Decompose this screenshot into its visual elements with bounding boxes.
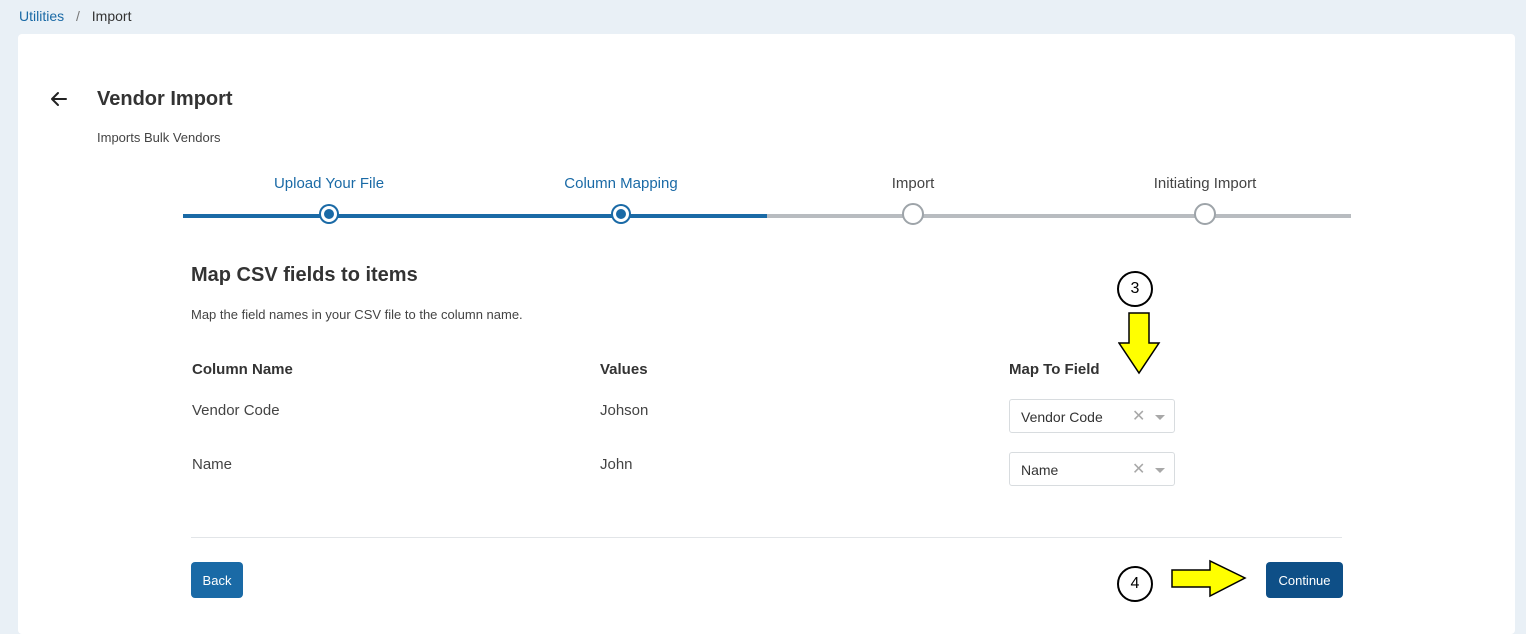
row-2-column-name: Name — [192, 456, 233, 473]
row-2-map-field-select[interactable]: Name ✕ — [1009, 452, 1175, 486]
stepper-progress-complete — [183, 214, 767, 218]
breadcrumb-current: Import — [91, 8, 132, 24]
chevron-down-icon[interactable] — [1155, 415, 1165, 420]
step-dot-column-mapping — [613, 206, 629, 222]
row-1-column-name: Vendor Code — [192, 402, 280, 419]
step-label-column-mapping[interactable]: Column Mapping — [564, 175, 677, 192]
footer-divider — [191, 537, 1342, 538]
row-1-selected-field: Vendor Code — [1021, 409, 1103, 425]
back-arrow-icon[interactable] — [50, 90, 68, 108]
step-dot-import — [902, 203, 924, 225]
row-2-value: John — [600, 456, 633, 473]
header-column-name: Column Name — [192, 361, 293, 378]
annotation-arrow-down-icon — [1118, 312, 1161, 375]
stepper-progress-pending — [767, 214, 1351, 218]
row-2-selected-field: Name — [1021, 462, 1059, 478]
back-button[interactable]: Back — [191, 562, 243, 598]
clear-icon[interactable]: ✕ — [1132, 406, 1145, 426]
header-values: Values — [600, 361, 648, 378]
import-card — [18, 34, 1515, 634]
breadcrumb-separator: / — [76, 8, 80, 24]
chevron-down-icon[interactable] — [1155, 468, 1165, 473]
annotation-arrow-right-icon — [1171, 559, 1247, 598]
breadcrumb-utilities-link[interactable]: Utilities — [19, 8, 64, 24]
step-dot-initiating-import — [1194, 203, 1216, 225]
continue-button[interactable]: Continue — [1266, 562, 1343, 598]
mapping-section-description: Map the field names in your CSV file to … — [191, 307, 523, 322]
mapping-section-title: Map CSV fields to items — [191, 264, 418, 286]
page-subtitle: Imports Bulk Vendors — [97, 130, 221, 145]
row-1-value: Johson — [600, 402, 649, 419]
header-map-to-field: Map To Field — [1009, 361, 1100, 378]
clear-icon[interactable]: ✕ — [1132, 459, 1145, 479]
step-dot-upload — [321, 206, 337, 222]
step-label-initiating-import: Initiating Import — [1153, 175, 1257, 192]
import-stepper: Upload Your File Column Mapping Import I… — [183, 172, 1351, 232]
annotation-number-3: 3 — [1117, 271, 1153, 307]
step-label-upload[interactable]: Upload Your File — [274, 175, 384, 192]
step-label-import: Import — [891, 175, 935, 192]
annotation-number-4: 4 — [1117, 566, 1153, 602]
row-1-map-field-select[interactable]: Vendor Code ✕ — [1009, 399, 1175, 433]
breadcrumb: Utilities / Import — [19, 8, 131, 24]
page-title: Vendor Import — [97, 88, 233, 110]
